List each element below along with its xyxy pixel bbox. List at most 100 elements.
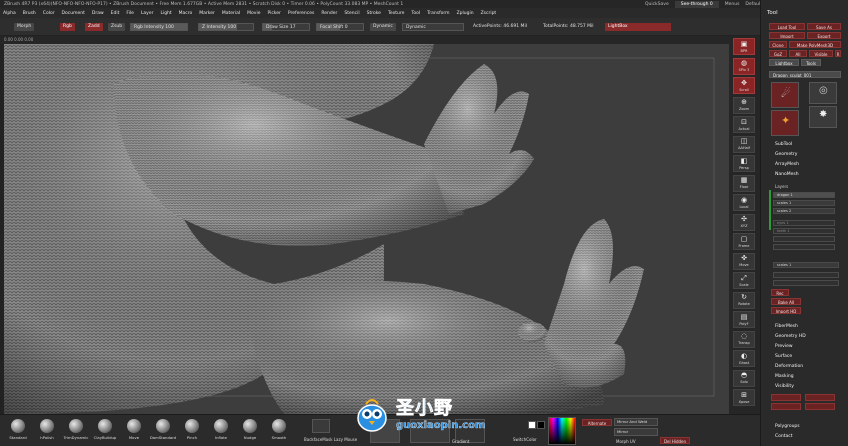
- morph-uv-button[interactable]: Morph UV: [616, 439, 636, 444]
- secondary-color-swatch[interactable]: [537, 421, 545, 429]
- menu-document[interactable]: Document: [62, 11, 85, 16]
- draw-size-slider[interactable]: Draw Size 17: [262, 23, 310, 31]
- rail-button-rotate[interactable]: ↻ Rotate: [733, 291, 755, 309]
- make-polymesh-button[interactable]: Make PolyMesh3D: [789, 41, 841, 48]
- rail-button-xpose[interactable]: ⊞ Xpose: [733, 389, 755, 406]
- section-masking[interactable]: Masking: [775, 374, 794, 379]
- brush-mode-field[interactable]: Dynamic: [402, 23, 464, 31]
- rail-button-actual[interactable]: ⊡ Actual: [733, 116, 755, 133]
- viewport-canvas[interactable]: [4, 44, 729, 414]
- menu-preferences[interactable]: Preferences: [288, 11, 314, 16]
- visibility-btn-1[interactable]: [771, 394, 801, 401]
- r-button[interactable]: R: [835, 50, 841, 57]
- section-contact[interactable]: Contact: [775, 434, 793, 439]
- section-nanomesh[interactable]: NanoMesh: [775, 172, 799, 177]
- menu-movie[interactable]: Movie: [247, 11, 260, 16]
- mirror-button[interactable]: Mirror: [614, 428, 658, 436]
- backface-swatch[interactable]: [312, 419, 330, 433]
- menu-zplugin[interactable]: Zplugin: [457, 11, 474, 16]
- layer-item[interactable]: eyes 1: [773, 220, 835, 226]
- layer-item[interactable]: teeth 1: [773, 228, 835, 234]
- section-geometry-hd[interactable]: Geometry HD: [775, 334, 806, 339]
- menu-draw[interactable]: Draw: [92, 11, 104, 16]
- layer-item[interactable]: [773, 244, 835, 250]
- thumb-dragon[interactable]: ☄: [771, 82, 799, 108]
- layer-slider-3[interactable]: [773, 280, 839, 286]
- rail-button-xyz[interactable]: ✣ XYZ: [733, 213, 755, 231]
- menu-marker[interactable]: Marker: [199, 11, 215, 16]
- brush-claybuildup[interactable]: ClayBuildup: [91, 417, 119, 445]
- menu-transform[interactable]: Transform: [427, 11, 449, 16]
- brush-pinch[interactable]: Pinch: [178, 417, 206, 445]
- load-tool-button[interactable]: Load Tool: [769, 23, 805, 30]
- rail-button-move[interactable]: ✜ Move: [733, 252, 755, 270]
- menus-toggle[interactable]: Menus: [725, 2, 740, 7]
- layer-intensity-slider[interactable]: scales 1: [773, 262, 839, 268]
- menu-material[interactable]: Material: [222, 11, 240, 16]
- main-color-swatch[interactable]: [528, 421, 536, 429]
- rail-button-floor[interactable]: ▦ Floor: [733, 174, 755, 192]
- brush-damstandard[interactable]: DamStandard: [149, 417, 177, 445]
- brush-inflate[interactable]: Inflate: [207, 417, 235, 445]
- section-preview[interactable]: Preview: [775, 344, 793, 349]
- import-hd-button[interactable]: Import HD: [771, 307, 801, 314]
- bake-all-button[interactable]: Bake All: [771, 298, 801, 305]
- section-deformation[interactable]: Deformation: [775, 364, 803, 369]
- clone-button[interactable]: Clone: [769, 41, 787, 48]
- rail-button-zoom[interactable]: ⊕ Zoom: [733, 96, 755, 114]
- layer-item[interactable]: [773, 236, 835, 242]
- tools-label[interactable]: Tools: [801, 59, 821, 66]
- section-visibility[interactable]: Visibility: [775, 384, 794, 389]
- section-geometry[interactable]: Geometry: [775, 152, 797, 157]
- section-subtool[interactable]: SubTool: [775, 142, 792, 147]
- menu-layer[interactable]: Layer: [141, 11, 154, 16]
- zadd-button[interactable]: Zadd: [85, 23, 103, 31]
- section-polygroups[interactable]: Polygroups: [775, 424, 800, 429]
- brush-smooth[interactable]: Smooth: [265, 417, 293, 445]
- brush-nudge[interactable]: Nudge: [236, 417, 264, 445]
- menu-color[interactable]: Color: [43, 11, 55, 16]
- layer-item[interactable]: scales 2: [773, 208, 835, 214]
- rail-button-spix-3[interactable]: ◍ SPix 3: [733, 57, 755, 75]
- all-button[interactable]: All: [789, 50, 807, 57]
- menu-macro[interactable]: Macro: [179, 11, 193, 16]
- rail-button-polyf[interactable]: ▤ PolyF: [733, 311, 755, 328]
- menu-stencil[interactable]: Stencil: [344, 11, 359, 16]
- section-arraymesh[interactable]: ArrayMesh: [775, 162, 799, 167]
- rail-button-scroll[interactable]: ✥ Scroll: [733, 77, 755, 94]
- visibility-btn-3[interactable]: [771, 403, 801, 410]
- visibility-btn-2[interactable]: [805, 394, 835, 401]
- color-picker[interactable]: [548, 417, 576, 445]
- rail-button-ghost[interactable]: ◐ Ghost: [733, 350, 755, 367]
- rail-button-solo[interactable]: ◓ Solo: [733, 369, 755, 387]
- menu-picker[interactable]: Picker: [267, 11, 280, 16]
- dynamic-button[interactable]: Dynamic: [370, 23, 396, 31]
- save-as-button[interactable]: Save As: [807, 23, 841, 30]
- layer-item[interactable]: scales 1: [773, 200, 835, 206]
- rail-button-scale[interactable]: ⤢ Scale: [733, 272, 755, 289]
- menu-alpha[interactable]: Alpha: [3, 11, 16, 16]
- visible-button[interactable]: Visible: [809, 50, 833, 57]
- goz-button[interactable]: GoZ: [769, 50, 787, 57]
- rail-button-frame[interactable]: ▢ Frame: [733, 233, 755, 250]
- focal-shift-slider[interactable]: Focal Shift 0: [316, 23, 364, 31]
- thumb-cylinder[interactable]: ◎: [809, 82, 837, 104]
- menu-tool[interactable]: Tool: [411, 11, 420, 16]
- rgb-intensity-slider[interactable]: Rgb Intensity 100: [130, 23, 188, 31]
- thumb-polymesh[interactable]: ✸: [809, 106, 837, 128]
- layer-item[interactable]: dragon 1: [773, 192, 835, 198]
- brush-hpolish[interactable]: hPolish: [33, 417, 61, 445]
- section-fibermesh[interactable]: FiberMesh: [775, 324, 798, 329]
- current-tool-field[interactable]: Dragon_sculpt_001: [769, 71, 841, 78]
- rail-button-bpr[interactable]: ▣ BPR: [733, 38, 755, 55]
- morph-button[interactable]: Morph: [14, 23, 35, 31]
- brush-trimdynamic[interactable]: TrimDynamic: [62, 417, 90, 445]
- import-button[interactable]: Import: [769, 32, 805, 39]
- lightbox-button[interactable]: LightBox: [605, 23, 671, 31]
- visibility-btn-4[interactable]: [805, 403, 835, 410]
- section-surface[interactable]: Surface: [775, 354, 792, 359]
- thumb-zsphere[interactable]: ✦: [771, 110, 799, 136]
- rec-button[interactable]: Rec: [771, 289, 789, 296]
- brush-move[interactable]: Move: [120, 417, 148, 445]
- quicksave-button[interactable]: QuickSave: [645, 2, 669, 7]
